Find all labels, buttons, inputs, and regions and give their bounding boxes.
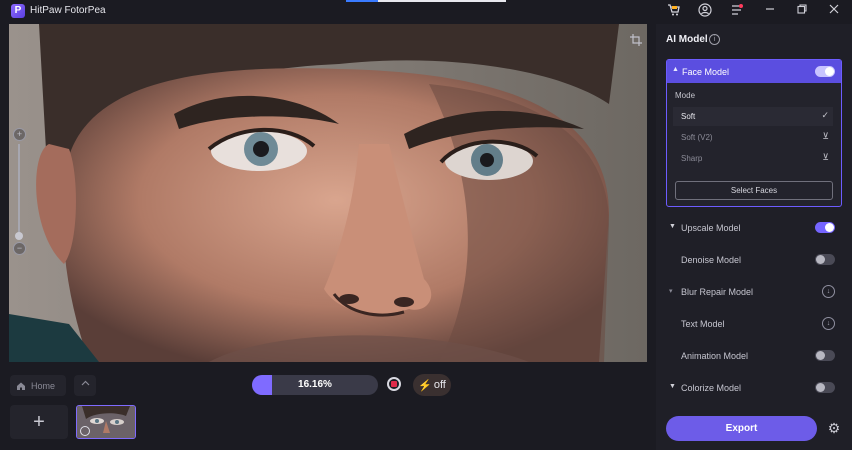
gear-icon[interactable]: ⚙ (826, 420, 842, 436)
image-canvas[interactable] (9, 24, 647, 362)
zoom-handle[interactable] (15, 232, 23, 240)
chevron-down-icon: ▼ (669, 383, 676, 390)
mode-option-soft[interactable]: Soft ✓ (673, 107, 833, 126)
chevron-up-icon: ▲ (672, 66, 679, 73)
animation-model-toggle[interactable] (815, 350, 835, 361)
crop-icon[interactable] (629, 34, 643, 48)
info-icon[interactable]: i (709, 34, 720, 45)
top-progress-bar (346, 0, 506, 2)
model-label: Animation Model (681, 351, 749, 361)
select-faces-button[interactable]: Select Faces (675, 181, 833, 200)
mode-option-label: Soft (V2) (681, 133, 713, 142)
face-model-label: Face Model (682, 67, 730, 77)
export-button[interactable]: Export (666, 416, 817, 441)
face-model-header[interactable]: ▲ Face Model (667, 60, 841, 83)
home-icon (17, 382, 25, 390)
mode-option-label: Sharp (681, 154, 703, 163)
title-bar: P HitPaw FotorPea (0, 0, 852, 22)
close-icon[interactable] (826, 3, 842, 19)
add-image-button[interactable]: + (10, 405, 68, 439)
home-button[interactable]: Home (10, 375, 66, 396)
zoom-in-button[interactable]: + (13, 128, 26, 141)
mode-option-sharp[interactable]: Sharp ⊻ (673, 149, 833, 168)
home-label: Home (31, 380, 56, 391)
model-label: Blur Repair Model (681, 287, 754, 297)
lightning-icon: ⚡ (418, 379, 432, 392)
stop-button[interactable] (387, 377, 401, 391)
face-model-toggle[interactable] (815, 66, 835, 77)
app-logo: P (11, 4, 25, 18)
download-icon[interactable]: ⊻ (822, 131, 829, 142)
face-model-section: ▲ Face Model Mode Soft ✓ Soft (V2) ⊻ Sha… (666, 59, 842, 207)
denoise-model-row[interactable]: Denoise Model (666, 250, 840, 270)
text-model-row[interactable]: Text Model ↓ (666, 314, 840, 334)
animation-model-row[interactable]: Animation Model (666, 346, 840, 366)
boost-label: off (433, 379, 446, 391)
download-icon[interactable]: ↓ (822, 285, 835, 298)
chevron-down-icon: ▾ (669, 288, 673, 295)
app-title: HitPaw FotorPea (30, 5, 106, 16)
denoise-model-toggle[interactable] (815, 254, 835, 265)
chevron-down-icon: ▼ (669, 223, 676, 230)
mode-label: Mode (675, 91, 696, 100)
minimize-icon[interactable] (762, 3, 778, 19)
model-label: Text Model (681, 319, 725, 329)
account-icon[interactable] (697, 3, 713, 19)
notification-dot (739, 4, 743, 8)
colorize-model-toggle[interactable] (815, 382, 835, 393)
download-icon[interactable]: ↓ (822, 317, 835, 330)
blur-repair-model-row[interactable]: ▾ Blur Repair Model ↓ (666, 282, 840, 302)
mode-option-soft-v2[interactable]: Soft (V2) ⊻ (673, 128, 833, 147)
zoom-out-button[interactable]: − (13, 242, 26, 255)
model-label: Denoise Model (681, 255, 742, 265)
upscale-model-toggle[interactable] (815, 222, 835, 233)
check-icon: ✓ (821, 110, 829, 120)
colorize-model-row[interactable]: ▼ Colorize Model (666, 378, 840, 398)
download-icon[interactable]: ⊻ (822, 152, 829, 163)
progress-text: 16.16% (298, 379, 332, 390)
zoom-track[interactable] (18, 144, 20, 234)
chevron-up-icon (81, 380, 89, 386)
upscale-model-row[interactable]: ▼ Upscale Model (666, 218, 840, 238)
model-label: Colorize Model (681, 383, 742, 393)
mode-option-label: Soft (681, 112, 696, 121)
portrait-image (9, 24, 647, 362)
image-thumbnail[interactable] (76, 405, 136, 439)
clock-icon (80, 426, 90, 436)
panel-title: AI Model (666, 34, 708, 45)
ai-model-panel: AI Model i ▲ Face Model Mode Soft ✓ Soft… (656, 24, 852, 450)
boost-toggle[interactable]: ⚡ off (413, 374, 451, 396)
processing-progress: 16.16% (252, 375, 378, 395)
collapse-button[interactable] (74, 375, 96, 396)
cart-icon[interactable] (666, 3, 682, 19)
model-label: Upscale Model (681, 223, 741, 233)
restore-icon[interactable] (794, 3, 810, 19)
zoom-slider[interactable]: + − (13, 128, 26, 255)
